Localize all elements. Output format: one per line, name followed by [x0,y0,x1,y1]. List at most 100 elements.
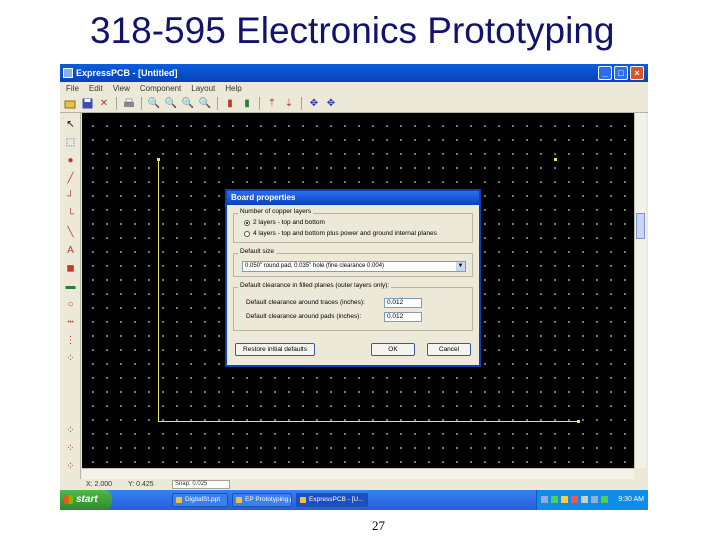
restore-defaults-button[interactable]: Restore initial defaults [235,343,315,356]
filled-plane-icon[interactable]: ▬ [63,279,78,294]
task-button[interactable]: EP Prototyping.ppt [232,493,292,507]
layer-b-icon[interactable]: ⁘ [63,441,78,456]
traces-clearance-input[interactable]: 0.012 [384,298,422,308]
move-up-icon[interactable]: ⇡ [265,97,279,111]
dialog-title: Board properties [227,191,479,205]
save-icon[interactable] [80,97,94,111]
zoom-board-icon[interactable]: 🔍 [198,97,212,111]
toolbar-separator [141,97,142,110]
menu-edit[interactable]: Edit [89,82,103,95]
trace-icon[interactable]: ╱ [63,171,78,186]
pads-clearance-input[interactable]: 0.012 [384,312,422,322]
tray-icon[interactable] [601,496,608,503]
default-size-select[interactable]: 0.050" round pad, 0.035" hole (fine clea… [242,261,466,272]
circle-icon[interactable]: ○ [63,297,78,312]
minimize-button[interactable]: _ [598,66,612,80]
taskbar: start DigitalSt.ppt EP Prototyping.ppt E… [60,490,648,510]
print-icon[interactable] [122,97,136,111]
system-tray: 9:30 AM [536,490,648,510]
expresspcb-screenshot: ExpressPCB - [Untitled] _ □ × File Edit … [60,64,648,510]
vertical-scrollbar[interactable] [634,113,646,468]
menu-component[interactable]: Component [140,82,181,95]
start-button[interactable]: start [60,490,112,510]
main-toolbar: ✕ 🔍 🔍 🔍 🔍 ▮ ▮ ⇡ ⇣ ✥ ✥ [60,95,648,113]
component-icon[interactable]: ◼ [63,261,78,276]
board-outline-left [158,159,159,421]
start-label: start [76,494,98,505]
diagonal-icon[interactable]: ╲ [63,225,78,240]
radio-4-layers[interactable] [244,230,250,237]
clearance-group: Default clearance in filled planes (oute… [233,282,473,331]
tray-icon[interactable] [551,496,558,503]
pad-icon[interactable]: ● [63,153,78,168]
toolbar-separator [301,97,302,110]
ratsnest-icon[interactable]: ⋮ [63,333,78,348]
layer-option-4-label: 4 layers - top and bottom plus power and… [253,230,437,237]
ok-button[interactable]: OK [371,343,415,356]
windows-flag-icon [64,495,73,504]
layer-option-4[interactable]: 4 layers - top and bottom plus power and… [244,230,437,237]
clock: 9:30 AM [618,496,644,503]
left-toolbar: ↖ ⬚ ● ╱ ┘ └ ╲ A ◼ ▬ ○ ┅ ⋮ ⁘ ⁘ ⁘ ⁘ [60,113,81,480]
window-title: ExpressPCB - [Untitled] [76,68,178,78]
center-icon[interactable]: ✥ [324,97,338,111]
board-corner-marker [577,420,580,423]
board-corner-marker [157,158,160,161]
move-down-icon[interactable]: ⇣ [282,97,296,111]
layer-option-2-label: 2 layers - top and bottom [253,219,325,226]
slide-title: 318-595 Electronics Prototyping [90,10,615,51]
layer-option-2[interactable]: 2 layers - top and bottom [244,219,325,226]
cancel-button[interactable]: Cancel [427,343,471,356]
open-icon[interactable] [63,97,77,111]
toolbar-separator [259,97,260,110]
zoom-out-icon[interactable]: 🔍 [164,97,178,111]
layer-c-icon[interactable]: ⁘ [63,459,78,474]
task-button-active[interactable]: ExpressPCB - [U... [296,493,368,507]
layer-bottom-icon[interactable]: ▮ [240,97,254,111]
tray-icon[interactable] [561,496,568,503]
window-controls: _ □ × [598,66,644,80]
select-icon[interactable]: ⬚ [63,135,78,150]
pan-icon[interactable]: ✥ [307,97,321,111]
app-icon [63,68,73,78]
tray-icon[interactable] [581,496,588,503]
zoom-in-icon[interactable]: 🔍 [147,97,161,111]
toolbar-separator [116,97,117,110]
menu-file[interactable]: File [66,82,79,95]
tray-icon[interactable] [591,496,598,503]
task-button[interactable]: DigitalSt.ppt [172,493,228,507]
menu-layout[interactable]: Layout [191,82,215,95]
menu-bar: File Edit View Component Layout Help [60,82,648,95]
trace-angle-icon[interactable]: └ [63,207,78,222]
zoom-fit-icon[interactable]: 🔍 [181,97,195,111]
layers-group: Number of copper layers 2 layers - top a… [233,208,473,243]
horizontal-scrollbar[interactable] [82,468,634,479]
slide: 318-595 Electronics Prototyping ExpressP… [0,0,720,540]
menu-view[interactable]: View [113,82,130,95]
layers-group-label: Number of copper layers [238,208,314,215]
traces-clearance-label: Default clearance around traces (inches)… [246,299,365,306]
layer-top-icon[interactable]: ▮ [223,97,237,111]
scroll-thumb[interactable] [636,213,645,239]
tray-icon[interactable] [571,496,578,503]
close-button[interactable]: × [630,66,644,80]
menu-help[interactable]: Help [225,82,241,95]
text-icon[interactable]: A [63,243,78,258]
board-corner-marker [554,158,557,161]
radio-2-layers[interactable] [244,219,250,226]
maximize-button[interactable]: □ [614,66,628,80]
trace-bend-icon[interactable]: ┘ [63,189,78,204]
delete-icon[interactable]: ✕ [97,97,111,111]
line-icon[interactable]: ┅ [63,315,78,330]
board-outline-bottom [158,421,578,422]
default-size-group: Default size 0.050" round pad, 0.035" ho… [233,248,473,277]
tray-icon[interactable] [541,496,548,503]
net-icon[interactable]: ⁘ [63,351,78,366]
default-size-value: 0.050" round pad, 0.035" hole (fine clea… [245,263,385,269]
window-title-bar[interactable]: ExpressPCB - [Untitled] _ □ × [60,64,648,82]
pointer-icon[interactable]: ↖ [63,117,78,132]
x-coordinate: X: 2.000 [86,481,113,488]
layer-a-icon[interactable]: ⁘ [63,423,78,438]
chevron-down-icon[interactable]: ▼ [456,262,465,271]
snap-select[interactable]: Snap: 0.025 [172,480,230,489]
